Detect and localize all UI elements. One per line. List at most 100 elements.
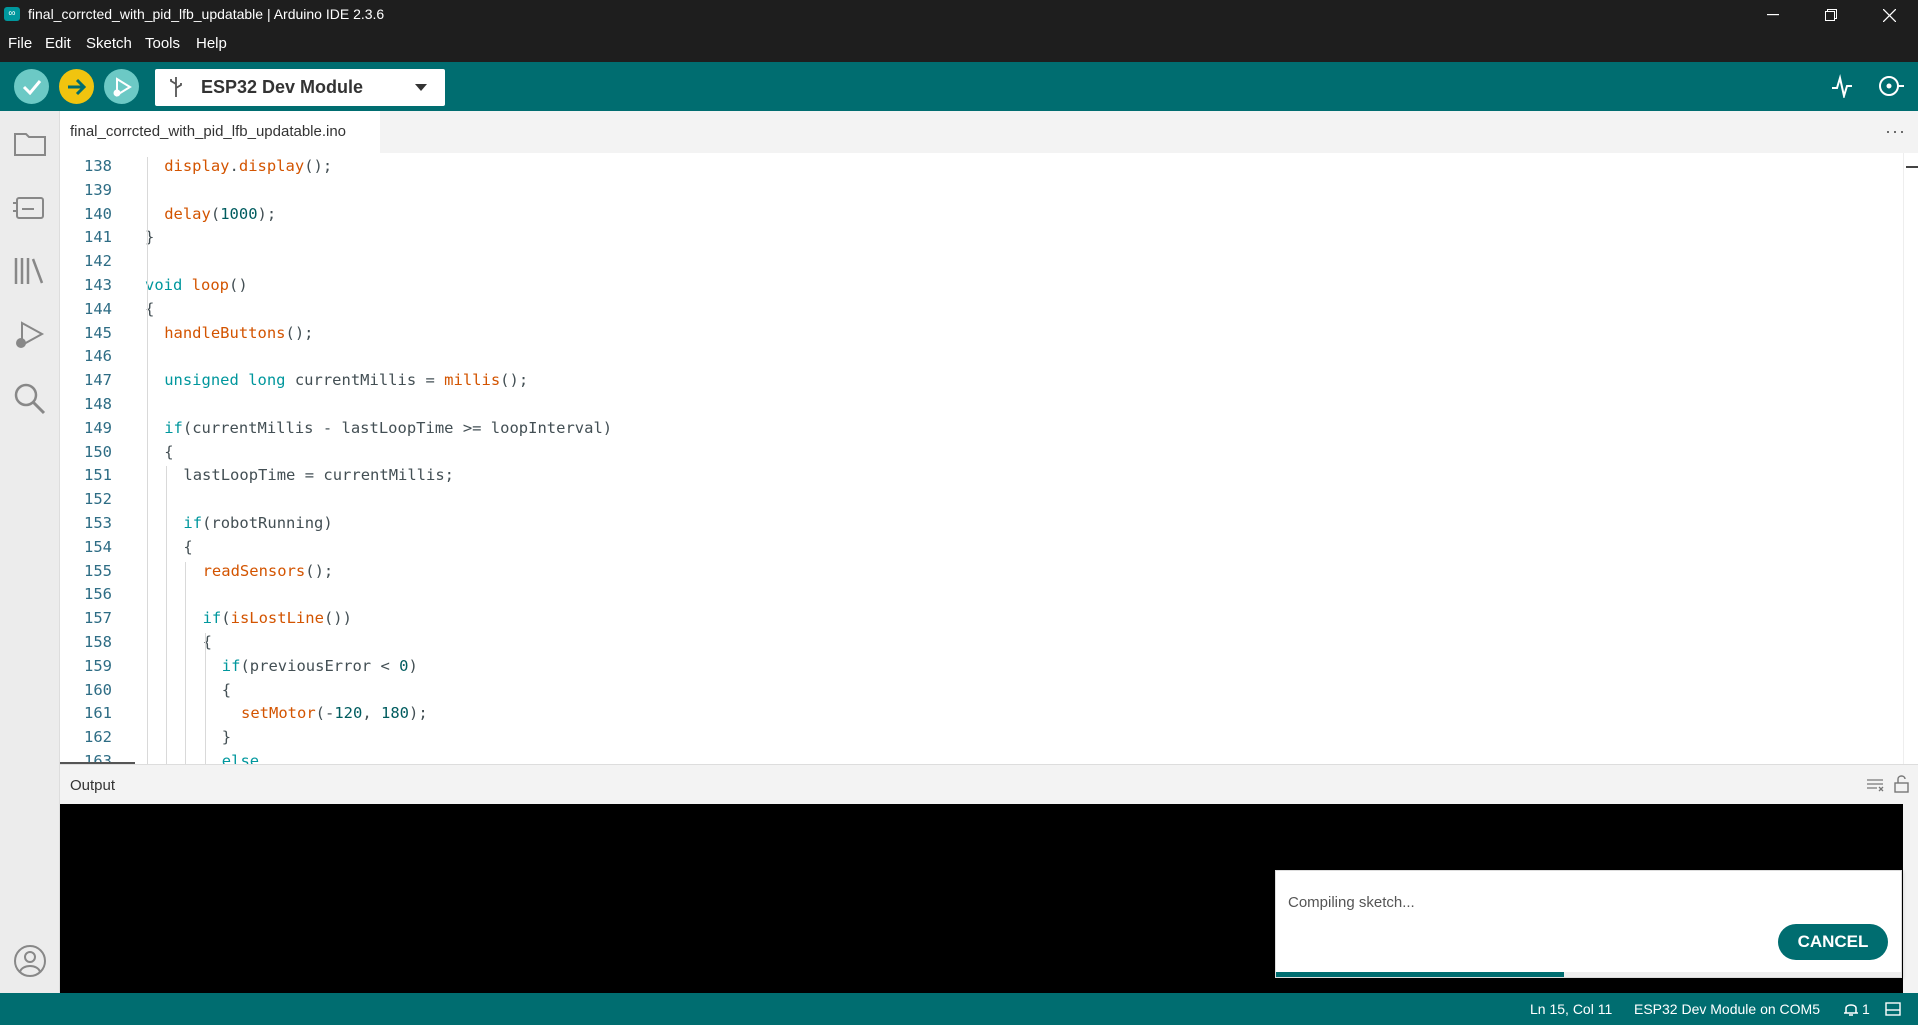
- board-selector[interactable]: ESP32 Dev Module: [155, 69, 445, 106]
- upload-button[interactable]: [59, 69, 94, 104]
- code-text: if(previousError < 0): [221, 656, 418, 675]
- status-bar: Ln 15, Col 11 ESP32 Dev Module on COM5 1: [0, 993, 1918, 1025]
- lock-open-icon[interactable]: [1894, 775, 1910, 793]
- line-number: 160: [84, 680, 112, 699]
- editor-tab-bar: final_corrcted_with_pid_lfb_updatable.in…: [60, 111, 1918, 155]
- menu-edit[interactable]: Edit: [45, 35, 71, 52]
- toggle-panel-icon[interactable]: [1885, 1002, 1901, 1016]
- line-number: 142: [84, 252, 112, 271]
- indent-guide: [147, 157, 148, 764]
- code-line: 153 if(robotRunning): [60, 514, 1903, 538]
- code-editor[interactable]: 138 display.display(); 139 140 delay(1000); 1…: [60, 153, 1903, 764]
- code-text: if(currentMillis - lastLoopTime >= loopI…: [164, 418, 613, 437]
- close-window-button[interactable]: [1860, 0, 1918, 30]
- code-line: 154 {: [60, 538, 1903, 562]
- code-line: 141}: [60, 228, 1903, 252]
- editor-scrollbar[interactable]: [1903, 153, 1918, 764]
- bell-icon[interactable]: [1843, 1001, 1859, 1017]
- code-line: 157 if(isLostLine()): [60, 609, 1903, 633]
- menu-bar: File Edit Sketch Tools Help: [0, 30, 1918, 62]
- code-text: {: [183, 537, 193, 556]
- code-text: readSensors();: [202, 561, 334, 580]
- debug-button[interactable]: [104, 69, 139, 104]
- line-number: 146: [84, 347, 112, 366]
- toolbar: ESP32 Dev Module: [0, 62, 1918, 111]
- notification-count: 1: [1862, 1001, 1870, 1017]
- menu-sketch[interactable]: Sketch: [86, 35, 132, 52]
- code-line: 151 lastLoopTime = currentMillis;: [60, 466, 1903, 490]
- close-icon: [1882, 8, 1896, 22]
- code-line: 150 {: [60, 443, 1903, 467]
- line-number: 147: [84, 371, 112, 390]
- debug-sidebar-icon[interactable]: [12, 317, 48, 353]
- line-number: 162: [84, 728, 112, 747]
- more-options-icon[interactable]: ···: [1885, 121, 1906, 142]
- code-line: 159 if(previousError < 0): [60, 657, 1903, 681]
- code-text: {: [164, 442, 174, 461]
- folder-icon[interactable]: [12, 125, 48, 161]
- code-line: 148: [60, 395, 1903, 419]
- menu-tools[interactable]: Tools: [145, 35, 180, 52]
- line-number: 151: [84, 466, 112, 485]
- serial-monitor-icon[interactable]: [1875, 74, 1905, 98]
- menu-file[interactable]: File: [8, 35, 32, 52]
- clear-output-icon[interactable]: [1866, 778, 1884, 792]
- verify-button[interactable]: [14, 69, 49, 104]
- code-line: 155 readSensors();: [60, 562, 1903, 586]
- board-name: ESP32 Dev Module: [201, 77, 364, 97]
- code-line: 160 {: [60, 681, 1903, 705]
- code-line: 144{: [60, 300, 1903, 324]
- code-text: else: [221, 752, 260, 764]
- line-number: 152: [84, 490, 112, 509]
- output-scrollbar[interactable]: [1903, 804, 1918, 993]
- arduino-logo-icon: ∞: [4, 7, 20, 21]
- code-line: 140 delay(1000);: [60, 205, 1903, 229]
- indent-guide: [166, 466, 168, 764]
- compile-notification: Compiling sketch... CANCEL: [1275, 870, 1902, 978]
- code-line: 145 handleButtons();: [60, 324, 1903, 348]
- cancel-button[interactable]: CANCEL: [1778, 924, 1888, 960]
- output-header: Output: [60, 764, 1918, 805]
- code-line: 163 else: [60, 752, 1903, 764]
- progress-fill: [1276, 972, 1564, 977]
- code-line: 142: [60, 252, 1903, 276]
- search-icon[interactable]: [12, 381, 48, 417]
- minimize-button[interactable]: [1744, 0, 1802, 30]
- code-line: 146: [60, 347, 1903, 371]
- line-number: 141: [84, 228, 112, 247]
- code-text: {: [221, 680, 232, 699]
- library-icon[interactable]: [12, 253, 48, 289]
- code-text: handleButtons();: [164, 323, 314, 342]
- window-title: final_corrcted_with_pid_lfb_updatable | …: [28, 6, 385, 22]
- code-text: lastLoopTime = currentMillis;: [183, 466, 455, 485]
- code-text: unsigned long currentMillis = millis();: [164, 371, 529, 390]
- indent-guide: [204, 633, 206, 764]
- code-text: display.display();: [164, 157, 333, 175]
- line-number: 140: [84, 204, 112, 223]
- account-icon[interactable]: [12, 943, 48, 979]
- line-number: 145: [84, 323, 112, 342]
- code-line: 149 if(currentMillis - lastLoopTime >= lo…: [60, 419, 1903, 443]
- line-number: 138: [84, 157, 112, 175]
- notification-message: Compiling sketch...: [1288, 894, 1415, 911]
- board-manager-icon[interactable]: [12, 189, 48, 225]
- debug-icon: [113, 76, 132, 97]
- arrow-right-icon: [67, 78, 86, 95]
- line-number: 148: [84, 395, 112, 413]
- line-number: 161: [84, 704, 112, 723]
- code-line: 138 display.display();: [60, 157, 1903, 181]
- serial-plotter-icon[interactable]: [1831, 74, 1853, 98]
- menu-help[interactable]: Help: [196, 35, 227, 52]
- line-number: 155: [84, 561, 112, 580]
- line-number: 157: [84, 609, 112, 628]
- line-number: 139: [84, 180, 112, 199]
- restore-icon: [1825, 9, 1837, 21]
- line-number: 149: [84, 418, 112, 437]
- code-text: if(isLostLine()): [202, 609, 352, 628]
- progress-bar: [1276, 972, 1901, 977]
- board-port-status[interactable]: ESP32 Dev Module on COM5: [1634, 1001, 1820, 1017]
- tab-sketch-file[interactable]: final_corrcted_with_pid_lfb_updatable.in…: [60, 111, 380, 155]
- cursor-position[interactable]: Ln 15, Col 11: [1530, 1001, 1612, 1017]
- restore-button[interactable]: [1802, 0, 1860, 30]
- code-line: 152: [60, 490, 1903, 514]
